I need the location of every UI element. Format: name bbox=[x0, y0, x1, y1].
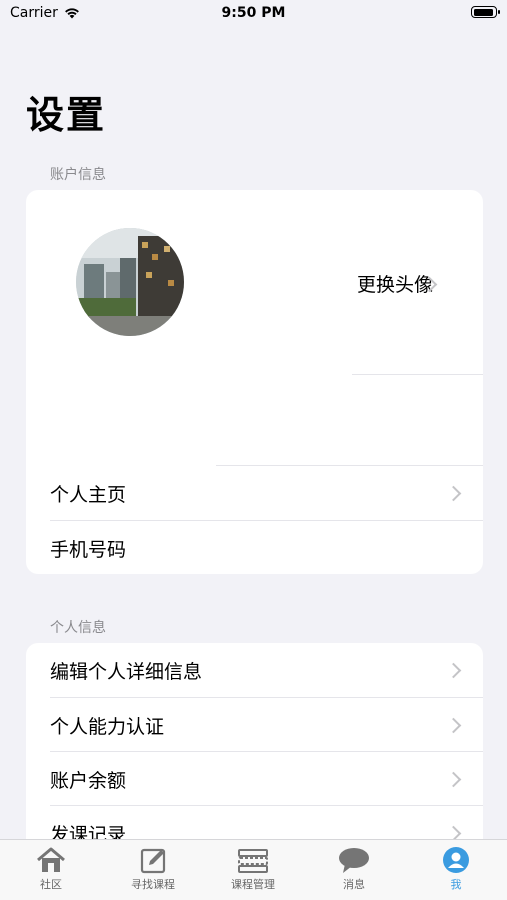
status-bar: Carrier 9:50 PM bbox=[0, 0, 507, 30]
tab-label: 社区 bbox=[40, 878, 62, 891]
tab-label: 寻找课程 bbox=[131, 878, 175, 891]
section-header-personal: 个人信息 bbox=[50, 620, 106, 636]
tab-label: 我 bbox=[450, 878, 462, 891]
row-label: 个人主页 bbox=[50, 483, 127, 506]
section-header-account: 账户信息 bbox=[50, 167, 106, 183]
tab-messages[interactable]: 消息 bbox=[304, 846, 404, 892]
clock: 9:50 PM bbox=[221, 5, 286, 21]
tab-community[interactable]: 社区 bbox=[1, 846, 101, 892]
list-icon bbox=[238, 849, 268, 873]
row-edit-details[interactable]: 编辑个人详细信息 bbox=[26, 643, 483, 697]
divider bbox=[352, 374, 483, 375]
tab-label: 消息 bbox=[343, 878, 365, 891]
home-icon bbox=[37, 847, 65, 872]
row-personal-homepage[interactable]: 个人主页 bbox=[26, 466, 483, 520]
person-icon bbox=[443, 847, 469, 873]
edit-icon bbox=[140, 848, 166, 874]
row-account-balance[interactable]: 账户余额 bbox=[26, 752, 483, 806]
battery-icon bbox=[471, 6, 500, 18]
page-title: 设置 bbox=[26, 93, 107, 137]
avatar-image bbox=[76, 228, 184, 336]
tab-course-management[interactable]: 课程管理 bbox=[203, 846, 303, 892]
tab-label: 课程管理 bbox=[231, 878, 275, 891]
tab-me[interactable]: 我 bbox=[406, 846, 506, 892]
avatar[interactable] bbox=[76, 228, 184, 336]
row-label: 手机号码 bbox=[50, 538, 127, 561]
row-label: 个人能力认证 bbox=[50, 715, 165, 738]
change-avatar-button[interactable]: 更换头像 bbox=[357, 270, 459, 297]
row-label: 账户余额 bbox=[50, 769, 127, 792]
account-card: 更换头像 个人主页 手机号码 bbox=[26, 190, 483, 574]
tab-bar: 社区 寻找课程 课程管理 消息 我 bbox=[0, 839, 507, 900]
row-label: 编辑个人详细信息 bbox=[50, 660, 203, 683]
chat-bubble-icon bbox=[339, 848, 369, 873]
tab-find-course[interactable]: 寻找课程 bbox=[103, 846, 203, 892]
row-phone-number[interactable]: 手机号码 bbox=[26, 521, 483, 574]
row-ability-certification[interactable]: 个人能力认证 bbox=[26, 698, 483, 752]
